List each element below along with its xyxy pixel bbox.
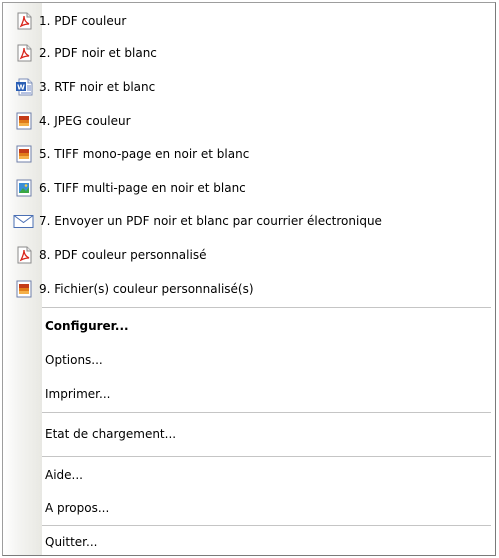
menu-item-label: 2. PDF noir et blanc <box>39 46 157 61</box>
menu-item-tiff-single-bw[interactable]: 5. TIFF mono-page en noir et blanc <box>3 137 495 171</box>
image-file-icon <box>15 145 33 163</box>
menu-item-pdf-color[interactable]: 1. PDF couleur <box>3 4 495 38</box>
menu-item-label: 9. Fichier(s) couleur personnalisé(s) <box>39 281 254 296</box>
menu-item-label: Configurer... <box>45 319 129 333</box>
menu-item-load-status[interactable]: Etat de chargement... <box>3 414 495 454</box>
pdf-icon <box>15 12 33 30</box>
menu-item-label: Imprimer... <box>45 387 111 401</box>
menu-item-options[interactable]: Options... <box>3 343 495 377</box>
menu-item-files-color-custom[interactable]: 9. Fichier(s) couleur personnalisé(s) <box>3 272 495 306</box>
menu-item-label: 4. JPEG couleur <box>39 113 131 128</box>
menu-item-configure[interactable]: Configurer... <box>3 309 495 343</box>
menu-item-about[interactable]: A propos... <box>3 491 495 524</box>
context-menu: 1. PDF couleur 2. PDF noir et blanc W 3.… <box>2 2 496 556</box>
menu-item-tiff-multi-bw[interactable]: 6. TIFF multi-page en noir et blanc <box>3 171 495 205</box>
multi-image-file-icon <box>15 179 33 197</box>
image-file-icon <box>15 280 33 298</box>
menu-item-label: Options... <box>45 353 103 367</box>
menu-item-label: 1. PDF couleur <box>39 13 127 28</box>
menu-item-label: 7. Envoyer un PDF noir et blanc par cour… <box>39 214 382 229</box>
menu-item-rtf-bw[interactable]: W 3. RTF noir et blanc <box>3 70 495 104</box>
menu-item-label: 3. RTF noir et blanc <box>39 79 156 94</box>
word-document-icon: W <box>15 78 33 96</box>
menu-item-label: Quitter... <box>45 535 98 549</box>
image-file-icon <box>15 112 33 130</box>
menu-item-label: Aide... <box>45 467 83 482</box>
menu-item-quit[interactable]: Quitter... <box>3 527 495 555</box>
menu-item-email-pdf-bw[interactable]: 7. Envoyer un PDF noir et blanc par cour… <box>3 205 495 239</box>
pdf-icon <box>15 246 33 264</box>
menu-item-label: 5. TIFF mono-page en noir et blanc <box>39 147 250 162</box>
menu-item-help[interactable]: Aide... <box>3 458 495 491</box>
menu-item-jpeg-color[interactable]: 4. JPEG couleur <box>3 104 495 138</box>
svg-text:W: W <box>17 83 25 91</box>
menu-item-pdf-color-custom[interactable]: 8. PDF couleur personnalisé <box>3 238 495 272</box>
menu-item-label: 8. PDF couleur personnalisé <box>39 247 207 262</box>
envelope-icon <box>13 212 34 230</box>
pdf-icon <box>15 44 33 62</box>
menu-item-label: Etat de chargement... <box>45 427 177 441</box>
menu-item-label: A propos... <box>45 500 110 515</box>
menu-item-label: 6. TIFF multi-page en noir et blanc <box>39 180 246 195</box>
menu-item-print[interactable]: Imprimer... <box>3 377 495 411</box>
menu-item-pdf-bw[interactable]: 2. PDF noir et blanc <box>3 37 495 71</box>
